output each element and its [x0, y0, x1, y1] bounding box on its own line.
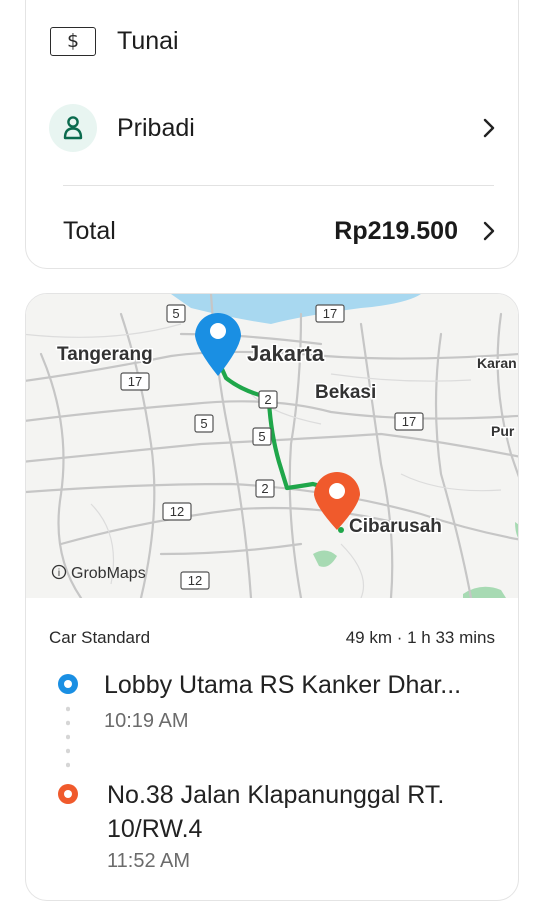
destination-dot-icon	[58, 784, 78, 804]
road-shield: 5	[172, 306, 179, 321]
profile-label: Pribadi	[117, 113, 195, 142]
place-label-cibarusah: Cibarusah	[349, 516, 442, 537]
place-label-karan: Karan	[477, 355, 517, 371]
payment-method-label: Tunai	[117, 26, 179, 55]
road-shield: 5	[258, 429, 265, 444]
road-shield: 17	[128, 374, 142, 389]
origin-pin-icon[interactable]	[195, 313, 241, 376]
route-end-dot	[338, 527, 344, 533]
road-shield: 12	[188, 573, 202, 588]
trip-summary: 49 km · 1 h 33 mins	[345, 628, 495, 647]
road-shield: 12	[170, 504, 184, 519]
service-type: Car Standard	[49, 628, 151, 647]
chevron-right-icon	[483, 221, 495, 241]
total-label: Total	[63, 216, 116, 245]
cash-icon-symbol: $	[66, 30, 80, 52]
origin-dot-icon	[58, 674, 78, 694]
payment-method-row: $ Tunai	[26, 11, 518, 71]
attribution-text: GrobMaps	[71, 565, 146, 582]
payment-card: $ Tunai Pribadi Total Rp219.500	[25, 0, 519, 269]
place-label-pur: Pur	[491, 423, 515, 439]
place-label-bekasi: Bekasi	[315, 382, 376, 403]
park-area	[515, 522, 518, 538]
road-shield: 2	[264, 392, 271, 407]
road-network	[26, 294, 518, 598]
origin-name: Lobby Utama RS Kanker Dhar...	[104, 671, 462, 699]
park-area	[313, 550, 337, 567]
chevron-right-icon	[483, 118, 495, 138]
total-value: Rp219.500	[334, 216, 458, 245]
place-label-jakarta: Jakarta	[247, 341, 325, 366]
cash-icon: $	[50, 26, 96, 56]
destination-time: 11:52 AM	[107, 850, 191, 872]
destination-name: No.38 Jalan Klapanunggal RT. 10/RW.4	[107, 781, 445, 843]
road-shield: 17	[323, 306, 337, 321]
origin-time: 10:19 AM	[104, 710, 189, 732]
profile-row[interactable]: Pribadi	[26, 93, 518, 163]
stop-connector	[66, 702, 70, 772]
divider	[63, 185, 494, 186]
road-shield: 2	[261, 481, 268, 496]
trip-card: 5 17 17 2 5 5 17 2 12 12 Tangerang Jakar…	[25, 293, 519, 901]
person-icon	[49, 104, 97, 152]
total-row[interactable]: Total Rp219.500	[26, 206, 518, 256]
road-shield: 17	[402, 414, 416, 429]
svg-text:i: i	[58, 568, 60, 579]
route-map[interactable]: 5 17 17 2 5 5 17 2 12 12 Tangerang Jakar…	[26, 294, 518, 598]
road-shield: 5	[200, 416, 207, 431]
place-label-tangerang: Tangerang	[57, 344, 153, 365]
